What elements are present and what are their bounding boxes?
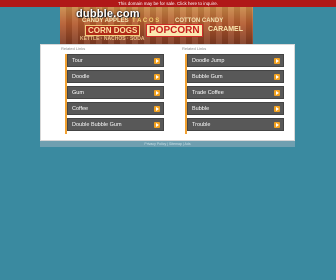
link-label: Double Bubble Gum xyxy=(72,122,122,128)
link-item-trade-coffee[interactable]: Trade Coffee xyxy=(187,86,284,99)
link-item-doodle[interactable]: Doodle xyxy=(67,70,164,83)
arrow-right-icon xyxy=(274,122,280,128)
link-label: Doodle xyxy=(72,74,90,80)
header-image: dubble.com CANDY APPLES T A C O S COTTON… xyxy=(60,7,253,44)
right-link-column: Doodle Jump Bubble Gum Trade Coffee Bubb… xyxy=(185,54,284,134)
arrow-right-icon xyxy=(274,74,280,80)
sign-corn-dogs: CORN DOGS xyxy=(85,25,141,36)
right-column-title: Related Links xyxy=(182,46,207,51)
sale-banner[interactable]: This domain may be for sale. Click here … xyxy=(0,0,336,7)
link-item-coffee[interactable]: Coffee xyxy=(67,102,164,115)
link-item-double-bubble-gum[interactable]: Double Bubble Gum xyxy=(67,118,164,131)
link-label: Bubble xyxy=(192,106,210,112)
arrow-right-icon xyxy=(274,58,280,64)
left-column-title: Related Links xyxy=(61,46,86,51)
link-item-bubble[interactable]: Bubble xyxy=(187,102,284,115)
link-item-tour[interactable]: Tour xyxy=(67,54,164,67)
sign-popcorn: POPCORN xyxy=(146,24,203,37)
arrow-right-icon xyxy=(154,58,160,64)
left-link-column: Tour Doodle Gum Coffee Double Bubble Gum xyxy=(65,54,164,134)
sign-candy-apples: CANDY APPLES xyxy=(82,18,129,24)
link-label: Gum xyxy=(72,90,84,96)
link-item-bubble-gum[interactable]: Bubble Gum xyxy=(187,70,284,83)
arrow-right-icon xyxy=(274,106,280,112)
link-item-gum[interactable]: Gum xyxy=(67,86,164,99)
link-label: Trade Coffee xyxy=(192,90,224,96)
link-label: Tour xyxy=(72,58,83,64)
arrow-right-icon xyxy=(154,122,160,128)
link-label: Doodle Jump xyxy=(192,58,225,64)
link-label: Trouble xyxy=(192,122,211,128)
link-item-trouble[interactable]: Trouble xyxy=(187,118,284,131)
arrow-right-icon xyxy=(274,90,280,96)
footer-links[interactable]: Privacy Policy | Sitemap | Ads xyxy=(40,141,295,147)
sign-caramel: CARAMEL xyxy=(208,26,243,33)
link-label: Coffee xyxy=(72,106,89,112)
link-item-doodle-jump[interactable]: Doodle Jump xyxy=(187,54,284,67)
arrow-right-icon xyxy=(154,90,160,96)
arrow-right-icon xyxy=(154,106,160,112)
links-panel: Related Links Related Links Tour Doodle … xyxy=(40,44,295,141)
arrow-right-icon xyxy=(154,74,160,80)
link-label: Bubble Gum xyxy=(192,74,223,80)
sign-bottom: KETTLE · NACHOS · SODA xyxy=(80,36,145,42)
